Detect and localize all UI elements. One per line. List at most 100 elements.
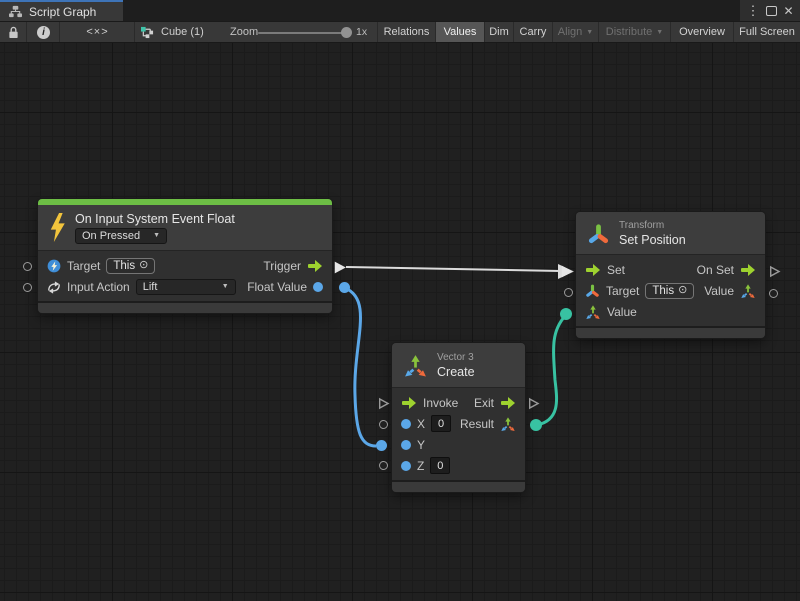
float-port-icon	[401, 440, 411, 450]
event-node-header[interactable]: On Input System Event Float On Pressed ▼	[38, 205, 332, 251]
event-floatvalue-output-port[interactable]	[339, 282, 350, 293]
vector3-invoke-input-port[interactable]	[377, 397, 390, 410]
float-port-icon	[401, 461, 411, 471]
event-target-input-port[interactable]	[23, 262, 32, 271]
transform-target-field[interactable]: This ⊙	[645, 283, 694, 299]
event-action-input-port[interactable]	[23, 283, 32, 292]
script-graph-icon	[8, 5, 23, 18]
vector3-exit-output-port[interactable]	[527, 397, 540, 410]
event-trigger-output-port[interactable]	[333, 260, 347, 275]
set-label: Set	[607, 263, 625, 277]
graph-breadcrumb[interactable]: Cube (1)	[140, 22, 204, 42]
tab-script-graph[interactable]: Script Graph	[0, 0, 123, 21]
event-target-value: This	[113, 260, 135, 272]
control-wire-trigger-to-set[interactable]	[346, 267, 560, 271]
chevron-down-icon: ▼	[153, 232, 160, 239]
vector3-mini-icon	[740, 283, 756, 299]
maximize-icon[interactable]	[766, 6, 777, 16]
transform-target-value: This	[652, 285, 674, 297]
vector3-icon	[403, 353, 428, 378]
event-mode-dropdown[interactable]: On Pressed ▼	[75, 228, 167, 244]
more-menu-icon[interactable]: ⋮	[746, 4, 759, 17]
distribute-dropdown[interactable]: Distribute▼	[598, 22, 670, 42]
transform-onset-output-port[interactable]	[768, 265, 781, 278]
transform-target-row: Target This ⊙ Value	[576, 280, 765, 301]
transform-set-input-port[interactable]	[560, 264, 574, 279]
flow-arrow-icon	[401, 397, 417, 409]
node-transform-set-position[interactable]: Transform Set Position Set On Set	[576, 212, 765, 338]
overview-button[interactable]: Overview	[670, 22, 733, 42]
lock-button[interactable]	[0, 22, 27, 42]
vector3-node-header[interactable]: Vector 3 Create	[392, 343, 525, 388]
graph-toolbar: i <×> Cube (1) Zoom 1x Relations Values …	[0, 21, 800, 43]
z-value-field[interactable]: 0	[430, 457, 450, 474]
zoom-slider-handle[interactable]	[341, 27, 352, 38]
values-button[interactable]: Values	[435, 22, 484, 42]
event-target-row: Target This ⊙ Trigger	[38, 255, 332, 276]
dim-button[interactable]: Dim	[484, 22, 513, 42]
full-screen-button[interactable]: Full Screen	[733, 22, 800, 42]
vector3-node-title: Create	[437, 365, 475, 379]
chevron-down-icon: ▼	[222, 283, 229, 290]
transform-value-output-port[interactable]	[769, 289, 778, 298]
x-label: X	[417, 417, 425, 431]
vector3-result-output-port[interactable]	[530, 419, 542, 431]
event-node-footer	[38, 301, 332, 313]
transform-node-footer	[576, 326, 765, 338]
align-dropdown[interactable]: Align▼	[552, 22, 598, 42]
zoom-slider-track[interactable]	[258, 32, 350, 34]
exit-label: Exit	[474, 396, 494, 410]
carry-button[interactable]: Carry	[513, 22, 552, 42]
zoom-label: Zoom	[230, 22, 258, 42]
result-label: Result	[460, 417, 494, 431]
transform-value-input-port[interactable]	[560, 308, 572, 320]
event-target-field[interactable]: This ⊙	[106, 258, 155, 274]
vector-wire-result-to-value[interactable]	[537, 316, 565, 425]
value-in-label: Value	[607, 305, 637, 319]
chevron-down-icon: ▼	[586, 29, 593, 36]
tab-title: Script Graph	[29, 5, 96, 19]
vector3-z-row: Z 0	[392, 455, 525, 476]
object-picker-icon[interactable]: ⊙	[139, 260, 148, 271]
node-on-input-system-event-float[interactable]: On Input System Event Float On Pressed ▼…	[38, 199, 332, 313]
transform-set-row: Set On Set	[576, 259, 765, 280]
on-set-label: On Set	[697, 263, 734, 277]
flow-arrow-icon	[500, 397, 516, 409]
target-label: Target	[606, 284, 639, 298]
event-input-action-row: Input Action Lift ▼ Float Value	[38, 276, 332, 297]
transform-mini-icon	[585, 283, 600, 298]
vector3-z-input-port[interactable]	[379, 461, 388, 470]
input-action-dropdown[interactable]: Lift ▼	[136, 279, 236, 295]
transform-target-input-port[interactable]	[564, 288, 573, 297]
float-value-label: Float Value	[247, 280, 307, 294]
transform-node-header[interactable]: Transform Set Position	[576, 212, 765, 255]
lightning-bolt-icon	[49, 213, 66, 242]
zoom-scale-value: 1x	[356, 22, 367, 42]
trigger-label: Trigger	[263, 259, 301, 273]
float-wire-floatvalue-to-y[interactable]	[345, 288, 376, 446]
value-out-label: Value	[704, 284, 734, 298]
flow-arrow-icon	[307, 260, 323, 272]
graph-canvas[interactable]: On Input System Event Float On Pressed ▼…	[0, 43, 800, 601]
graph-asset-icon	[140, 26, 155, 39]
event-mode-value: On Pressed	[82, 230, 140, 242]
object-picker-icon[interactable]: ⊙	[678, 285, 687, 296]
vector3-x-input-port[interactable]	[379, 420, 388, 429]
target-label: Target	[67, 259, 100, 273]
close-icon[interactable]: ✕	[783, 5, 793, 17]
relations-button[interactable]: Relations	[377, 22, 435, 42]
invoke-label: Invoke	[423, 396, 458, 410]
unity-script-graph-window: Script Graph ⋮ ✕ i <×> Cube (1) Zoom 1x …	[0, 0, 800, 601]
edit-graph-button[interactable]: <×>	[61, 22, 135, 42]
x-value-field[interactable]: 0	[431, 415, 451, 432]
transform-value-row: Value	[576, 301, 765, 322]
flow-arrow-icon	[585, 264, 601, 276]
vector3-y-input-port[interactable]	[376, 440, 387, 451]
node-vector3-create[interactable]: Vector 3 Create Invoke Exit	[392, 343, 525, 492]
y-label: Y	[417, 438, 425, 452]
input-system-event-icon	[47, 259, 61, 273]
vector3-invoke-row: Invoke Exit	[392, 392, 525, 413]
flow-arrow-icon	[740, 264, 756, 276]
code-brackets-icon: <×>	[86, 26, 108, 38]
info-button[interactable]: i	[28, 22, 60, 42]
